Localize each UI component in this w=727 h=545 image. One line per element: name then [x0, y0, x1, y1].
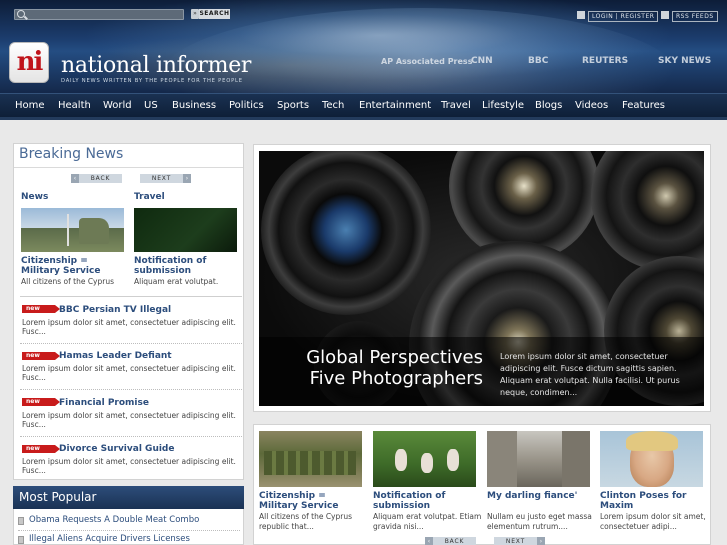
list-item-text: Lorem ipsum dolor sit amet, consectetuer…: [22, 457, 236, 475]
card-image-clinton[interactable]: [600, 431, 703, 487]
search-input[interactable]: [14, 9, 184, 20]
document-icon: [18, 536, 24, 544]
popular-item[interactable]: Illegal Aliens Acquire Drivers Licenses: [29, 534, 190, 544]
nav-travel[interactable]: Travel: [441, 94, 471, 118]
new-badge: new: [22, 445, 60, 453]
list-item-title[interactable]: Divorce Survival Guide: [59, 444, 174, 454]
feature-text: Lorem ipsum dolor sit amet, consectetuer…: [500, 352, 680, 397]
divider: [18, 530, 240, 531]
most-popular-title: Most Popular: [13, 486, 244, 509]
lens-shape: [591, 151, 704, 271]
column-heading-travel[interactable]: Travel: [134, 192, 165, 202]
card-title[interactable]: Citizenship = Military Service: [259, 491, 366, 511]
partner-bbc-logo: BBC: [528, 56, 549, 66]
card-image-soldiers[interactable]: [259, 431, 362, 487]
nav-entertainment[interactable]: Entertainment: [359, 94, 431, 118]
list-item-title[interactable]: BBC Persian TV Illegal: [59, 305, 171, 315]
partner-ap-logo: AP Associated Press: [381, 57, 473, 66]
list-item-text: Lorem ipsum dolor sit amet, consectetuer…: [22, 411, 236, 429]
list-item-text: Lorem ipsum dolor sit amet, consectetuer…: [22, 318, 236, 336]
nav-tech[interactable]: Tech: [322, 94, 344, 118]
login-register-link[interactable]: LOGIN | REGISTER: [577, 11, 659, 22]
news-thumbnail-image[interactable]: [21, 208, 124, 252]
feature-title[interactable]: Global Perspectives Five Photographers: [273, 347, 483, 389]
popular-item[interactable]: Obama Requests A Double Meat Combo: [29, 515, 199, 525]
next-arrow-icon[interactable]: ›: [537, 537, 545, 545]
card-text: All citizens of the Cyprus republic that…: [259, 512, 352, 531]
nav-home[interactable]: Home: [15, 94, 45, 118]
card-text: Aliquam erat volutpat. Etiam gravida nis…: [373, 512, 482, 531]
breaking-next-button[interactable]: NEXT: [140, 174, 183, 183]
card-image-street[interactable]: [487, 431, 590, 487]
nav-videos[interactable]: Videos: [575, 94, 608, 118]
nav-health[interactable]: Health: [58, 94, 91, 118]
nav-politics[interactable]: Politics: [229, 94, 264, 118]
divider: [20, 436, 242, 437]
breaking-back-button[interactable]: BACK: [79, 174, 122, 183]
column-heading-news[interactable]: News: [21, 192, 48, 202]
new-badge: new: [22, 305, 60, 313]
card-text: Lorem ipsum dolor sit amet, consectetuer…: [600, 512, 706, 531]
nav-blogs[interactable]: Blogs: [535, 94, 562, 118]
news-item-title[interactable]: Citizenship = Military Service: [21, 256, 129, 276]
partner-cnn-logo: CNN: [471, 56, 493, 66]
breaking-news-title: Breaking News: [19, 146, 124, 162]
news-item-text: All citizens of the Cyprus: [21, 277, 114, 286]
next-arrow-icon[interactable]: ›: [183, 174, 191, 183]
list-item-title[interactable]: Hamas Leader Defiant: [59, 351, 172, 361]
cards-next-button[interactable]: NEXT: [494, 537, 537, 545]
card-title[interactable]: Notification of submission: [373, 491, 480, 511]
cards-back-button[interactable]: BACK: [433, 537, 476, 545]
nav-us[interactable]: US: [144, 94, 158, 118]
card-title[interactable]: Clinton Poses for Maxim: [600, 491, 707, 511]
travel-item-title[interactable]: Notification of submission: [134, 256, 234, 276]
rss-feeds-link[interactable]: RSS FEEDS: [661, 11, 718, 22]
card-title[interactable]: My darling fiance': [487, 491, 594, 501]
divider: [20, 296, 242, 297]
nav-world[interactable]: World: [103, 94, 132, 118]
nav-features[interactable]: Features: [622, 94, 665, 118]
card-image-flowers[interactable]: [373, 431, 476, 487]
back-arrow-icon[interactable]: ‹: [71, 174, 79, 183]
search-arrow-icon[interactable]: »: [191, 9, 199, 19]
list-item-title[interactable]: Financial Promise: [59, 398, 149, 408]
nav-lifestyle[interactable]: Lifestyle: [482, 94, 524, 118]
divider: [20, 389, 242, 390]
partner-reuters-logo: REUTERS: [582, 56, 629, 66]
search-button[interactable]: SEARCH: [199, 9, 230, 19]
lens-shape: [261, 151, 431, 315]
new-badge: new: [22, 352, 60, 360]
nav-business[interactable]: Business: [172, 94, 216, 118]
travel-item-text: Aliquam erat volutpat.: [134, 277, 219, 286]
nav-sports[interactable]: Sports: [277, 94, 309, 118]
divider: [20, 343, 242, 344]
main-nav: Home Health World US Business Politics S…: [0, 93, 727, 120]
rss-icon: [661, 11, 669, 19]
lock-icon: [577, 11, 585, 19]
search-icon: [17, 10, 25, 18]
travel-thumbnail-image[interactable]: [134, 208, 237, 252]
partner-skynews-logo: SKY NEWS: [658, 56, 712, 66]
site-title[interactable]: national informer: [61, 53, 251, 78]
card-text: Nullam eu justo eget massa elementum rut…: [487, 512, 592, 531]
list-item-text: Lorem ipsum dolor sit amet, consectetuer…: [22, 364, 236, 382]
document-icon: [18, 517, 24, 525]
site-logo[interactable]: ni: [9, 42, 49, 83]
new-badge: new: [22, 398, 60, 406]
divider: [14, 167, 243, 168]
back-arrow-icon[interactable]: ‹: [425, 537, 433, 545]
site-tagline: DAILY NEWS WRITTEN BY THE PEOPLE FOR THE…: [61, 78, 243, 84]
